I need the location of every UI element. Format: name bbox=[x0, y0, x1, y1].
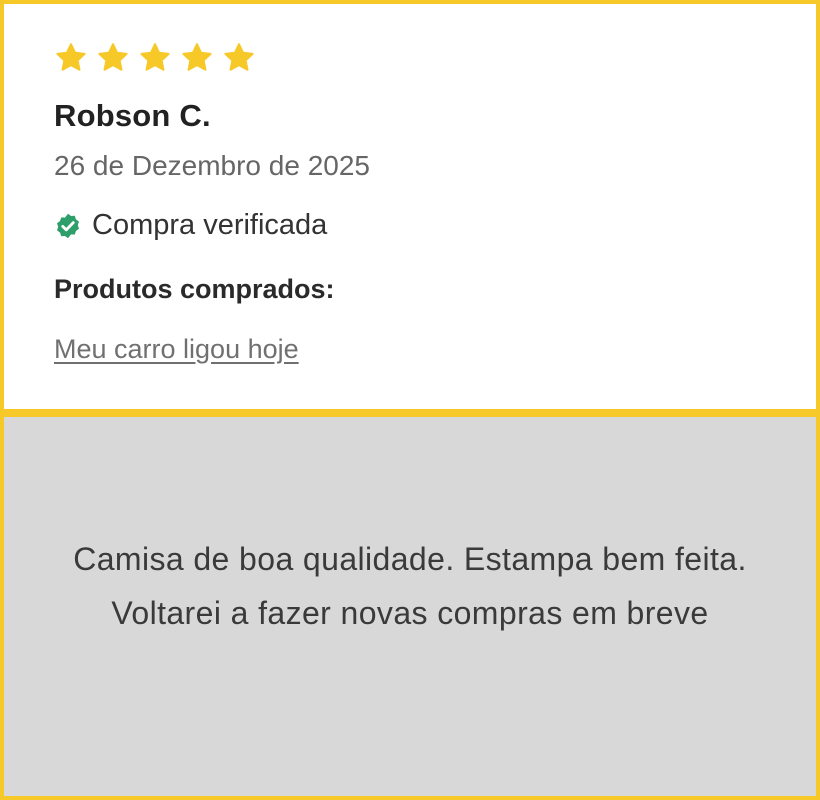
products-label: Produtos comprados: bbox=[54, 274, 335, 304]
star-icon bbox=[140, 43, 170, 71]
review-text: Camisa de boa qualidade. Estampa bem fei… bbox=[73, 540, 747, 631]
star-rating bbox=[54, 41, 256, 75]
verified-purchase-badge: Compra verificada bbox=[54, 209, 327, 242]
star-icon bbox=[224, 43, 254, 71]
review-card: Robson C. 26 de Dezembro de 2025 Compra … bbox=[0, 0, 820, 800]
product-link[interactable]: Meu carro ligou hoje bbox=[54, 334, 299, 365]
verified-check-icon bbox=[57, 213, 79, 238]
review-body: Camisa de boa qualidade. Estampa bem fei… bbox=[4, 417, 816, 796]
verified-label: Compra verificada bbox=[92, 209, 328, 241]
review-date: 26 de Dezembro de 2025 bbox=[54, 150, 370, 181]
review-header: Robson C. 26 de Dezembro de 2025 Compra … bbox=[4, 4, 816, 409]
star-icon bbox=[182, 43, 212, 71]
divider bbox=[4, 409, 816, 417]
star-icon bbox=[98, 43, 128, 71]
star-icon bbox=[56, 43, 86, 71]
reviewer-name: Robson C. bbox=[54, 98, 211, 133]
